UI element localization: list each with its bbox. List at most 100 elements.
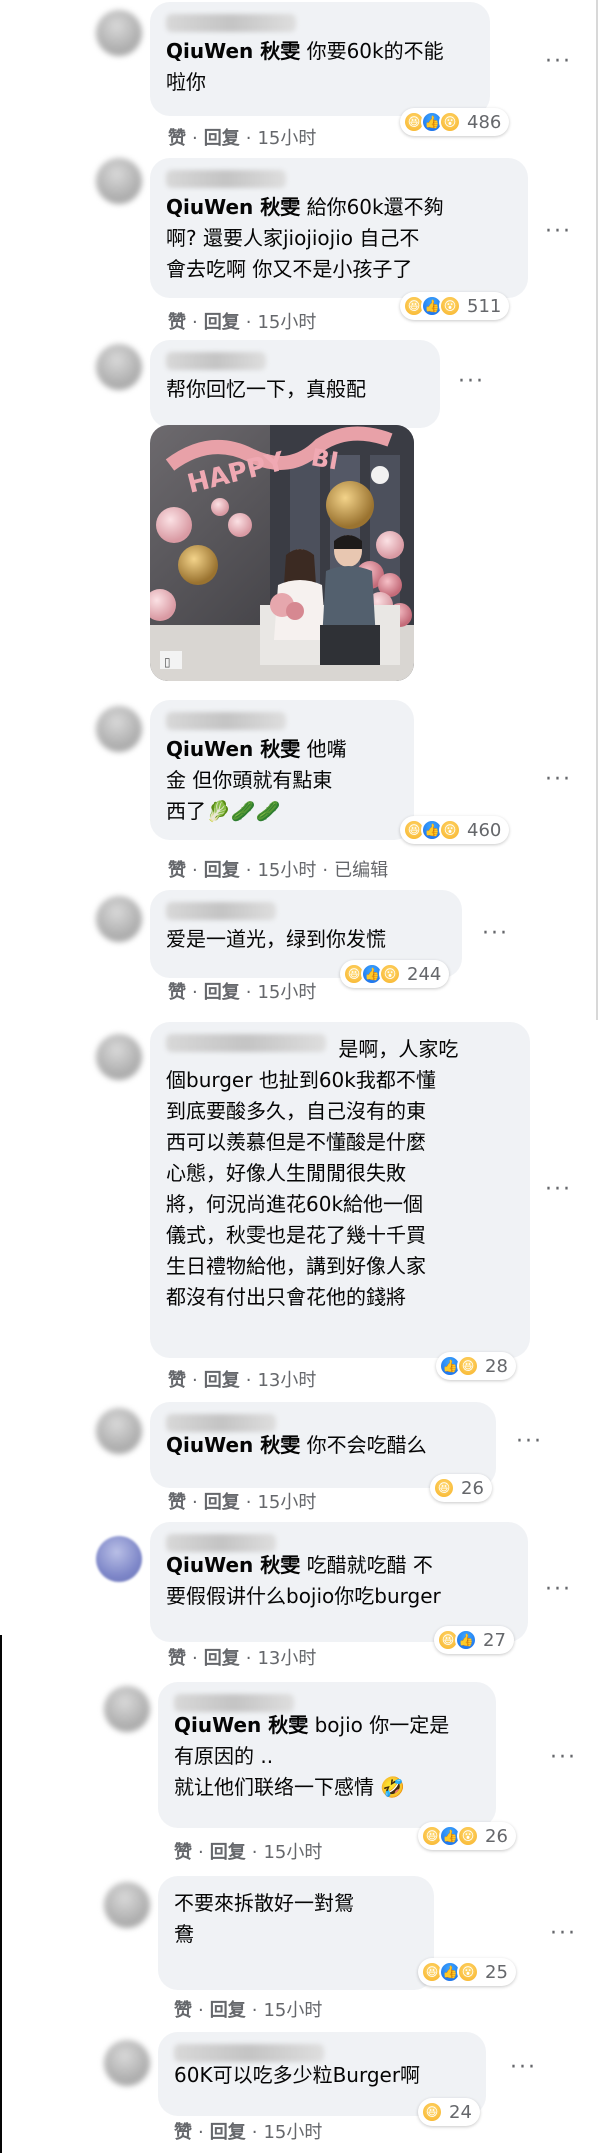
author-name-blurred[interactable] [166, 352, 266, 370]
timestamp[interactable]: 15小时 [257, 312, 316, 333]
timestamp[interactable]: 15小时 [263, 1842, 322, 1863]
reactions-summary[interactable]: 😆 👍 27 [434, 1626, 514, 1654]
author-name-blurred[interactable] [166, 1034, 326, 1052]
reaction-count: 24 [449, 2101, 472, 2123]
attached-photo[interactable]: HAPPY BI ▯ [150, 425, 414, 681]
haha-react-icon: 😆 [421, 2101, 443, 2123]
avatar[interactable] [96, 706, 142, 752]
reply-action[interactable]: 回复 [204, 1648, 240, 1669]
haha-react-icon: 😆 [457, 1355, 479, 1377]
avatar[interactable] [104, 1686, 150, 1732]
more-options-icon[interactable]: ··· [545, 769, 572, 791]
more-options-icon[interactable]: ··· [545, 221, 572, 243]
author-name-blurred[interactable] [166, 902, 276, 920]
like-action[interactable]: 赞 [168, 1648, 186, 1669]
more-options-icon[interactable]: ··· [510, 2057, 537, 2079]
wow-react-icon: 😮 [439, 295, 461, 317]
author-name-blurred[interactable] [174, 1694, 294, 1712]
more-options-icon[interactable]: ··· [545, 1179, 572, 1201]
avatar[interactable] [104, 1882, 150, 1928]
svg-text:▯: ▯ [164, 655, 171, 669]
like-action[interactable]: 赞 [168, 1492, 186, 1513]
avatar[interactable] [96, 158, 142, 204]
reply-action[interactable]: 回复 [210, 1842, 246, 1863]
more-options-icon[interactable]: ··· [550, 1923, 577, 1945]
mention-link[interactable]: QiuWen 秋雯 [166, 39, 300, 63]
comment-text: QiuWen 秋雯 bojio 你一定是 有原因的 .. 就让他们联络一下感情 … [174, 1713, 450, 1799]
reactions-summary[interactable]: 😆 👍 😮 25 [418, 1958, 516, 1986]
author-name-blurred[interactable] [166, 1414, 276, 1432]
more-options-icon[interactable]: ··· [458, 371, 485, 393]
avatar[interactable] [104, 2040, 150, 2086]
comment-actions: 赞 · 回复 · 13小时 [168, 1370, 317, 1391]
like-action[interactable]: 赞 [168, 860, 186, 881]
avatar[interactable] [96, 10, 142, 56]
comment-actions: 赞 · 回复 · 13小时 [168, 1648, 317, 1669]
mention-link[interactable]: QiuWen 秋雯 [174, 1713, 308, 1737]
reply-action[interactable]: 回复 [210, 2122, 246, 2143]
avatar[interactable] [96, 1408, 142, 1454]
reaction-count: 26 [485, 1825, 508, 1847]
like-action[interactable]: 赞 [168, 312, 186, 333]
author-name-blurred[interactable] [166, 14, 296, 32]
reactions-summary[interactable]: 😆 👍 😮 486 [400, 108, 510, 136]
reactions-summary[interactable]: 😆 24 [418, 2098, 480, 2126]
mention-link[interactable]: QiuWen 秋雯 [166, 195, 300, 219]
more-options-icon[interactable]: ··· [545, 1579, 572, 1601]
timestamp[interactable]: 15小时 [263, 2122, 322, 2143]
like-action[interactable]: 赞 [168, 128, 186, 149]
avatar[interactable] [96, 344, 142, 390]
more-options-icon[interactable]: ··· [482, 923, 509, 945]
like-action[interactable]: 赞 [168, 1370, 186, 1391]
timestamp[interactable]: 15小时 [257, 860, 316, 881]
reaction-count: 244 [407, 963, 442, 985]
author-name-blurred[interactable] [166, 712, 286, 730]
author-name-blurred[interactable] [166, 170, 286, 188]
reply-action[interactable]: 回复 [204, 128, 240, 149]
reaction-count: 26 [461, 1477, 484, 1499]
mention-link[interactable]: QiuWen 秋雯 [166, 737, 300, 761]
reactions-summary[interactable]: 😆 👍 😮 244 [340, 960, 450, 988]
comment-actions: 赞 · 回复 · 15小时 [168, 982, 317, 1003]
reply-action[interactable]: 回复 [204, 860, 240, 881]
avatar[interactable] [96, 1536, 142, 1582]
reply-action[interactable]: 回复 [204, 312, 240, 333]
timestamp[interactable]: 13小时 [257, 1648, 316, 1669]
reactions-summary[interactable]: 😆 👍 😮 460 [400, 816, 510, 844]
like-action[interactable]: 赞 [168, 982, 186, 1003]
reactions-summary[interactable]: 😆 👍 😮 511 [400, 292, 510, 320]
timestamp[interactable]: 15小时 [257, 982, 316, 1003]
reply-action[interactable]: 回复 [204, 1492, 240, 1513]
timestamp[interactable]: 15小时 [263, 2000, 322, 2021]
timestamp[interactable]: 15小时 [257, 128, 316, 149]
edited-label: 已编辑 [334, 860, 389, 881]
reply-action[interactable]: 回复 [204, 982, 240, 1003]
avatar[interactable] [96, 1034, 142, 1080]
wow-react-icon: 😮 [457, 1825, 479, 1847]
reply-action[interactable]: 回复 [204, 1370, 240, 1391]
like-action[interactable]: 赞 [174, 2122, 192, 2143]
author-name-blurred[interactable] [166, 1534, 276, 1552]
more-options-icon[interactable]: ··· [516, 1431, 543, 1453]
comment-text: 帮你回忆一下，真般配 [166, 377, 366, 401]
comment-text: QiuWen 秋雯 你要60k的不能 啦你 [166, 39, 444, 94]
avatar[interactable] [96, 896, 142, 942]
timestamp[interactable]: 15小时 [257, 1492, 316, 1513]
comment-text: QiuWen 秋雯 你不会吃醋么 [166, 1433, 427, 1457]
timestamp[interactable]: 13小时 [257, 1370, 316, 1391]
reply-action[interactable]: 回复 [210, 2000, 246, 2021]
more-options-icon[interactable]: ··· [550, 1747, 577, 1769]
like-action[interactable]: 赞 [174, 2000, 192, 2021]
mention-link[interactable]: QiuWen 秋雯 [166, 1433, 300, 1457]
birthday-photo-illustration: HAPPY BI ▯ [150, 425, 414, 681]
like-action[interactable]: 赞 [174, 1842, 192, 1863]
reactions-summary[interactable]: 😆 👍 😮 26 [418, 1822, 516, 1850]
reactions-summary[interactable]: 😆 26 [430, 1474, 492, 1502]
reaction-count: 28 [485, 1355, 508, 1377]
haha-react-icon: 😆 [433, 1477, 455, 1499]
mention-link[interactable]: QiuWen 秋雯 [166, 1553, 300, 1577]
reactions-summary[interactable]: 👍 😆 28 [436, 1352, 516, 1380]
wow-react-icon: 😮 [439, 111, 461, 133]
author-name-blurred[interactable] [174, 2044, 324, 2062]
more-options-icon[interactable]: ··· [545, 51, 572, 73]
